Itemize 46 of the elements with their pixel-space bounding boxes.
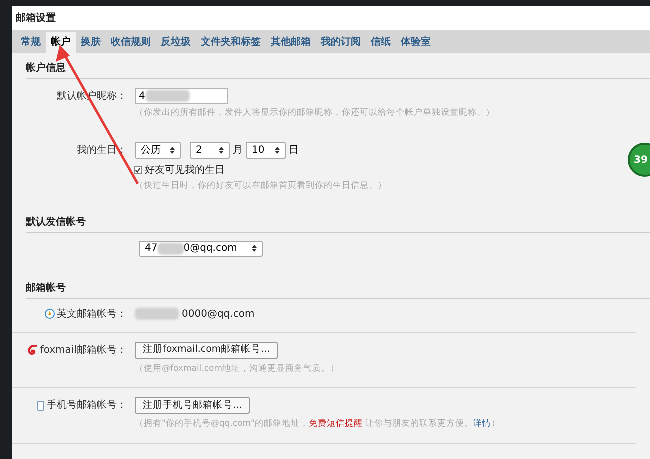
section-title: 默认发信帐号	[26, 214, 650, 232]
calendar-select[interactable]: 公历	[135, 142, 181, 159]
month-select[interactable]: 2	[190, 142, 230, 159]
tab[interactable]: 反垃圾	[156, 32, 196, 53]
tab[interactable]: 换肤	[76, 32, 106, 53]
unit-label: 月	[233, 144, 243, 158]
tab[interactable]: 文件夹和标签	[196, 32, 266, 53]
sender-select[interactable]: 47 0@qq.com	[139, 240, 263, 256]
updown-icon	[275, 146, 280, 154]
dialog-title: 邮箱设置	[12, 6, 650, 30]
updown-icon	[170, 146, 175, 154]
account-value: 0000@qq.com	[182, 308, 255, 322]
details-link[interactable]: 详情	[474, 419, 492, 430]
hint-text: （拥有"你的手机号@qq.com"的邮箱地址，免费短信提醒 让你与朋友的联系更方便。详情）	[135, 418, 502, 431]
swirl-logo-icon	[28, 345, 38, 355]
tab[interactable]: 信纸	[366, 32, 396, 53]
nickname-field[interactable]: 4	[135, 88, 228, 104]
tab[interactable]: 体验室	[396, 32, 436, 53]
tab[interactable]: 我的订阅	[316, 32, 366, 53]
register-button[interactable]: 注册手机号邮箱帐号...	[135, 397, 250, 414]
phone-icon	[37, 400, 45, 411]
section-title: 邮箱帐号	[26, 280, 650, 298]
field-label: 英文邮箱帐号：	[57, 308, 127, 322]
compass-icon	[45, 309, 55, 319]
tab[interactable]: 常规	[16, 32, 46, 53]
field-label: foxmail邮箱帐号：	[40, 344, 127, 358]
section-title: 帐户信息	[26, 61, 650, 79]
register-button[interactable]: 注册foxmail.com邮箱帐号...	[135, 342, 278, 358]
blurred-text	[146, 90, 190, 102]
updown-icon	[219, 146, 224, 154]
hint-text: （你发出的所有邮件，发件人将显示你的邮箱昵称，你还可以给每个帐户单独设置昵称。）	[135, 107, 496, 120]
checkbox[interactable]	[134, 166, 142, 174]
checkbox-label: 好友可见我的生日	[145, 164, 225, 178]
tab[interactable]: 收信规则	[106, 32, 156, 53]
field-label: 手机号邮箱帐号：	[47, 398, 127, 414]
blurred-text	[158, 242, 184, 254]
field-value: 4	[139, 90, 146, 104]
blurred-text	[135, 308, 179, 320]
field-label: 我的生日：	[77, 144, 127, 158]
unit-label: 日	[289, 144, 299, 158]
tab[interactable]: 帐户	[46, 32, 76, 53]
updown-icon	[252, 245, 257, 252]
tab[interactable]: 其他邮箱	[266, 32, 316, 53]
hint-text: （快过生日时，你的好友可以在邮箱首页看到你的生日信息。）	[135, 180, 388, 192]
hint-text: （使用@foxmail.com地址，沟通更显商务气质。）	[135, 362, 341, 376]
day-select[interactable]: 10	[246, 142, 286, 159]
